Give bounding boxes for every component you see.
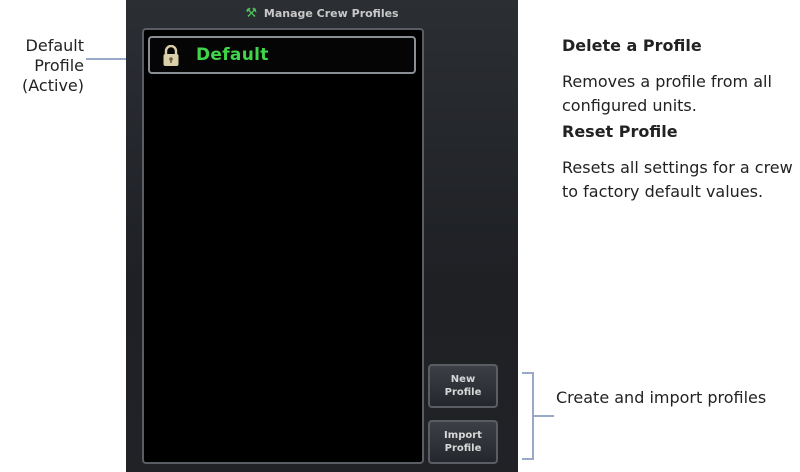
crew-profiles-screen: ⚒ Manage Crew Profiles Default New Profi… [126,0,518,472]
screen-title: Manage Crew Profiles [263,7,399,20]
profile-row-default[interactable]: Default [148,36,416,74]
callout-line-3: (Active) [22,76,84,95]
reset-profile-description: Resets all settings for a crew to factor… [562,158,793,201]
callout-line-2: Profile [34,56,84,75]
lock-icon [163,45,179,66]
tools-icon: ⚒ [245,6,258,21]
import-profile-button[interactable]: Import Profile [428,420,498,464]
reset-profile-heading: Reset Profile [562,122,678,141]
profile-name: Default [196,45,269,65]
bracket-leader-line [534,415,554,417]
import-profile-label-2: Profile [444,443,482,454]
new-profile-label-2: Profile [444,387,482,398]
new-profile-button[interactable]: New Profile [428,364,498,408]
delete-profile-heading: Delete a Profile [562,36,702,55]
delete-profile-description: Removes a profile from all configured un… [562,72,772,115]
screen-title-bar: ⚒ Manage Crew Profiles [126,0,518,26]
create-import-callout: Create and import profiles [556,388,767,407]
profile-list: Default [142,28,424,464]
import-profile-label-1: Import [444,430,482,441]
buttons-bracket [522,372,534,460]
new-profile-label-1: New [450,374,476,385]
callout-line-1: Default [25,36,84,55]
default-profile-callout: Default Profile (Active) [0,36,84,96]
delete-profile-description-block: Removes a profile from all configured un… [562,70,800,118]
reset-profile-description-block: Resets all settings for a crew to factor… [562,156,800,204]
delete-profile-heading-block: Delete a Profile [562,36,800,56]
reset-profile-heading-block: Reset Profile [562,122,800,142]
